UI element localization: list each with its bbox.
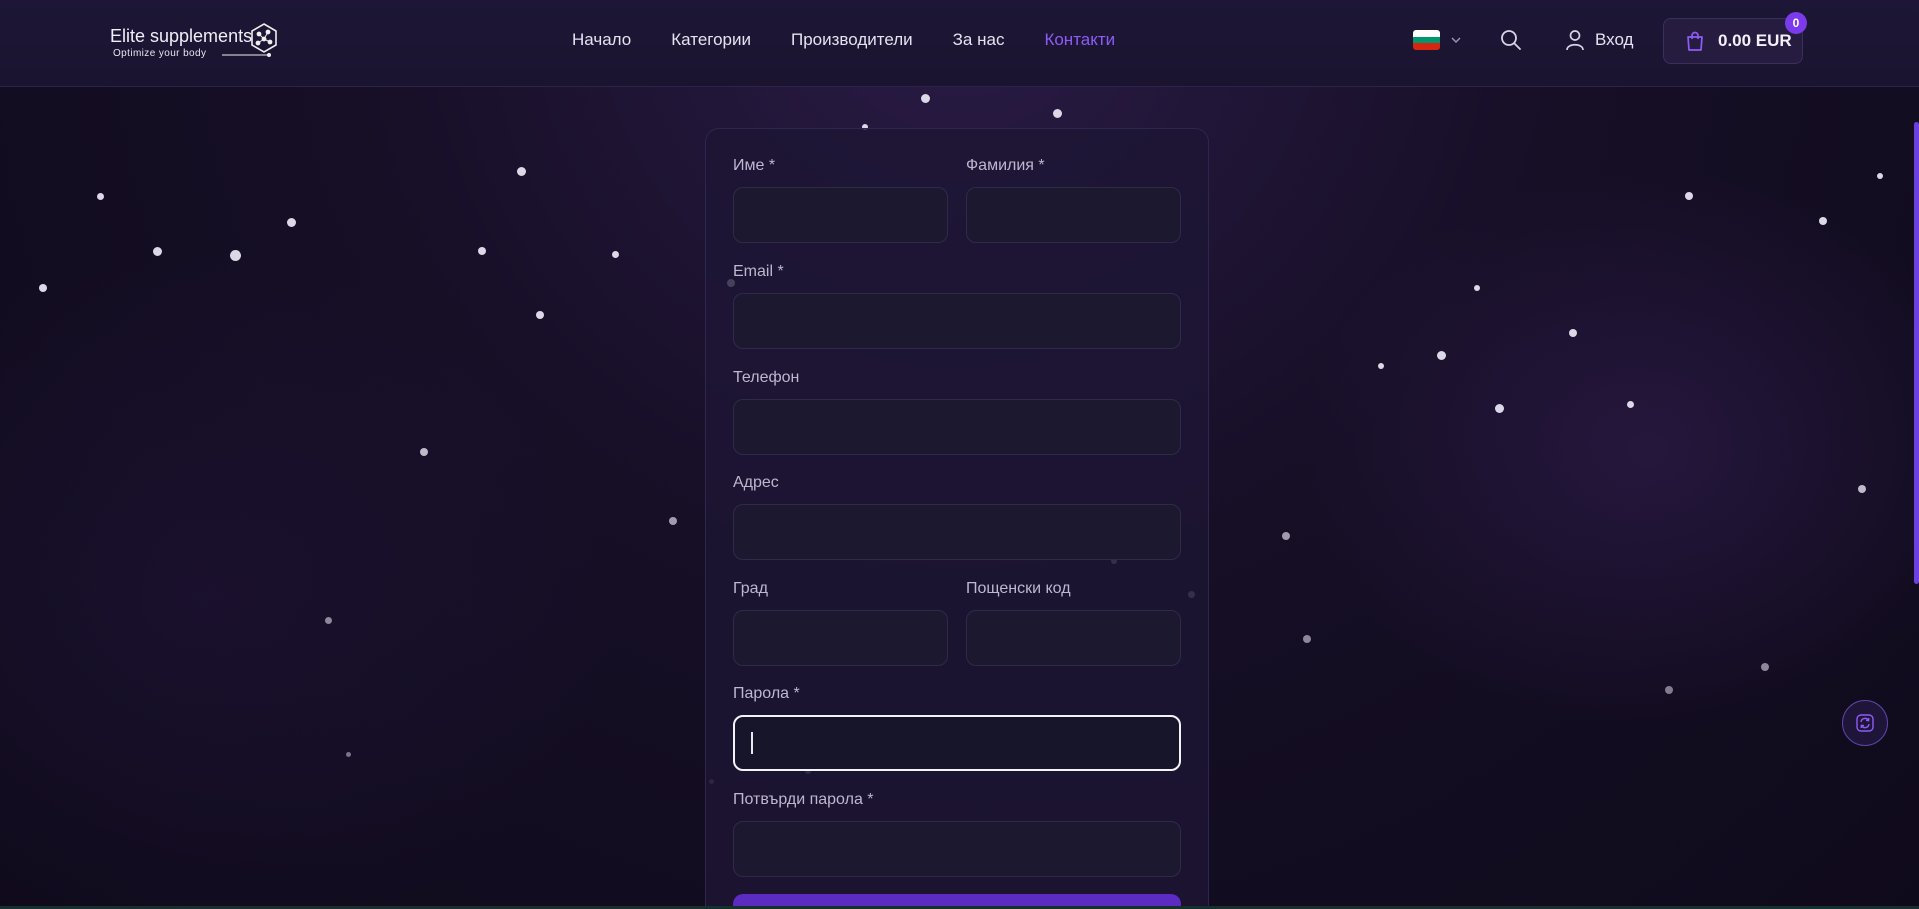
password-label: Парола * bbox=[733, 685, 800, 702]
logo-tagline: Optimize your body bbox=[113, 48, 207, 59]
password-group: Парола * bbox=[733, 685, 1181, 771]
address-input[interactable] bbox=[733, 504, 1181, 560]
phone-group: Телефон bbox=[733, 369, 1181, 455]
last-name-input[interactable] bbox=[966, 187, 1181, 243]
login-link[interactable]: Вход bbox=[1565, 29, 1633, 51]
shopping-bag-icon bbox=[1687, 31, 1703, 51]
postal-code-group: Пощенски код bbox=[966, 580, 1181, 666]
site-logo[interactable]: Elite supplements Optimize your body bbox=[110, 22, 290, 62]
logo-title: Elite supplements bbox=[110, 26, 253, 46]
first-name-group: Име * bbox=[733, 157, 948, 243]
first-name-input[interactable] bbox=[733, 187, 948, 243]
nav-manufacturers[interactable]: Производители bbox=[791, 30, 913, 50]
phone-label: Телефон bbox=[733, 369, 800, 386]
language-selector[interactable] bbox=[1413, 30, 1462, 50]
email-label: Email * bbox=[733, 263, 784, 280]
city-label: Град bbox=[733, 580, 768, 597]
city-input[interactable] bbox=[733, 610, 948, 666]
confirm-password-input[interactable] bbox=[733, 821, 1181, 877]
nav-contacts[interactable]: Контакти bbox=[1044, 30, 1115, 50]
address-label: Адрес bbox=[733, 474, 779, 491]
logo-underline-icon bbox=[222, 53, 271, 57]
scrollbar-thumb[interactable] bbox=[1914, 122, 1919, 584]
registration-form: Име * Фамилия * Email * Телефон Адрес Гр… bbox=[705, 128, 1209, 909]
bulgaria-flag-icon bbox=[1413, 30, 1440, 50]
postal-code-input[interactable] bbox=[966, 610, 1181, 666]
text-caret bbox=[751, 732, 753, 754]
phone-input[interactable] bbox=[733, 399, 1181, 455]
nav-home[interactable]: Начало bbox=[572, 30, 631, 50]
last-name-label: Фамилия * bbox=[966, 157, 1045, 174]
site-header: Elite supplements Optimize your body Нач… bbox=[0, 0, 1919, 87]
search-icon[interactable] bbox=[1500, 29, 1522, 51]
cart-count-badge: 0 bbox=[1785, 12, 1807, 34]
refresh-button[interactable] bbox=[1842, 700, 1888, 746]
molecule-logo-icon bbox=[251, 23, 277, 53]
postal-code-label: Пощенски код bbox=[966, 580, 1071, 597]
address-group: Адрес bbox=[733, 474, 1181, 560]
first-name-label: Име * bbox=[733, 157, 776, 174]
password-input[interactable] bbox=[733, 715, 1181, 771]
nav-about[interactable]: За нас bbox=[953, 30, 1005, 50]
city-group: Град bbox=[733, 580, 948, 666]
confirm-password-label: Потвърди парола * bbox=[733, 791, 874, 808]
main-nav: Начало Категории Производители За нас Ко… bbox=[572, 30, 1115, 50]
user-icon bbox=[1566, 30, 1584, 51]
confirm-password-group: Потвърди парола * bbox=[733, 791, 1181, 877]
cart-amount: 0.00 EUR bbox=[1718, 31, 1792, 50]
nav-categories[interactable]: Категории bbox=[671, 30, 751, 50]
chevron-down-icon bbox=[1451, 37, 1461, 44]
login-label: Вход bbox=[1595, 30, 1634, 49]
email-input[interactable] bbox=[733, 293, 1181, 349]
cart-button[interactable]: 0.00 EUR bbox=[1663, 18, 1803, 64]
email-group: Email * bbox=[733, 263, 1181, 349]
last-name-group: Фамилия * bbox=[966, 157, 1181, 243]
refresh-icon bbox=[1856, 714, 1874, 732]
